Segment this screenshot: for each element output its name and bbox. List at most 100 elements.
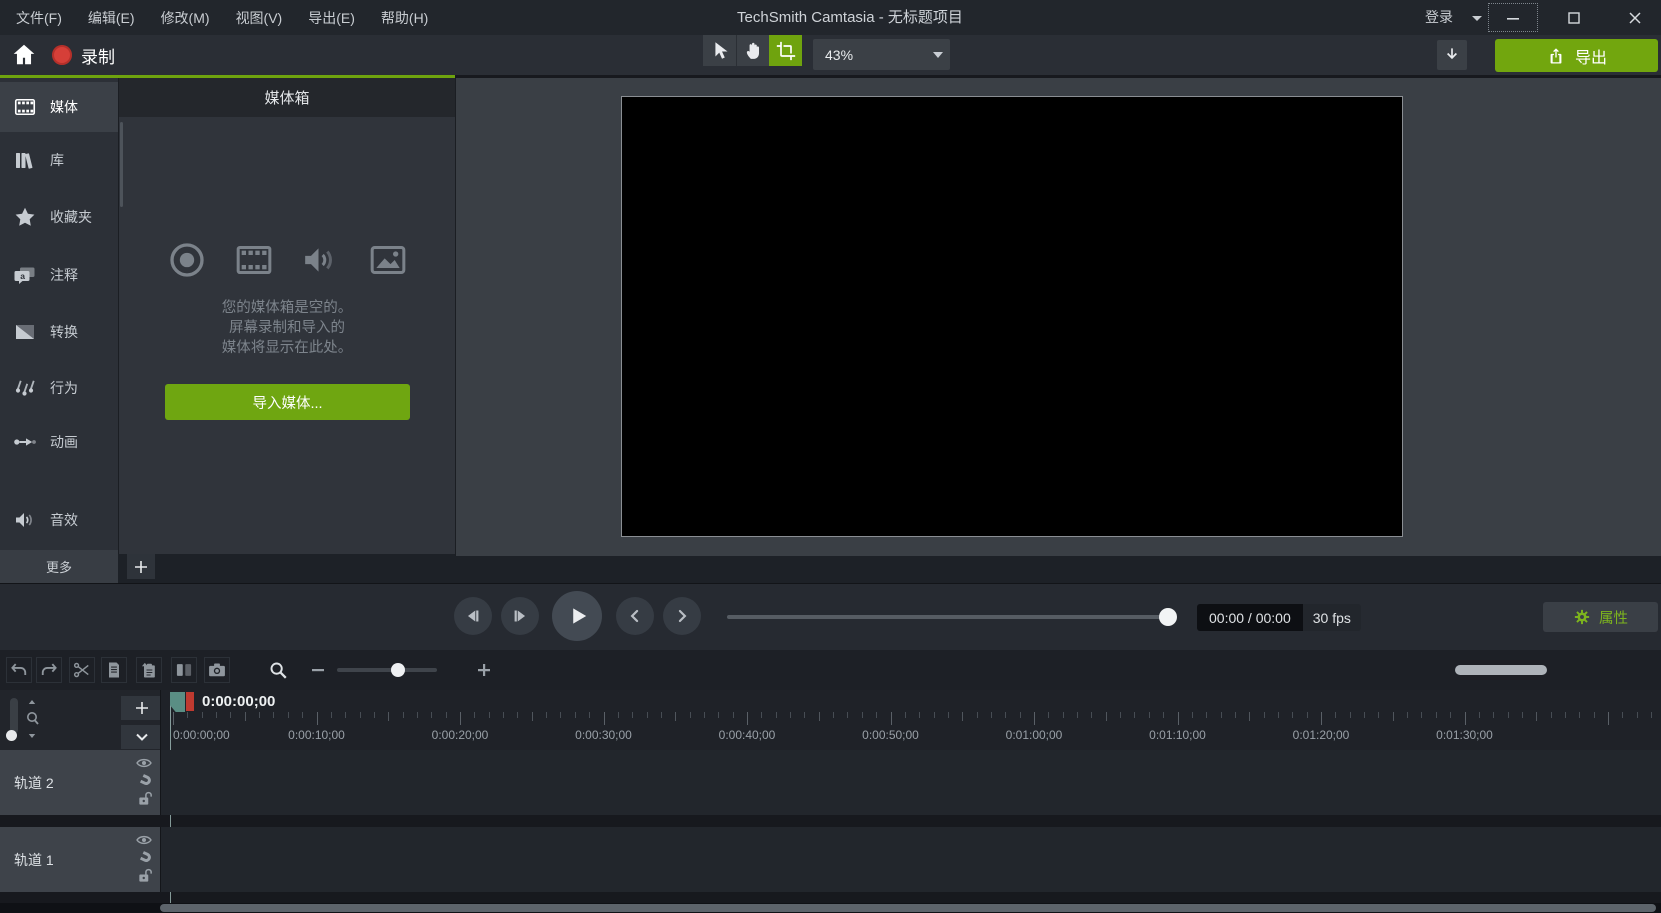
sidebar-more-button[interactable]: 更多 — [0, 550, 118, 583]
plus-icon — [476, 662, 492, 678]
canvas-zoom-select[interactable]: 43% — [813, 39, 950, 70]
sidebar-item-media[interactable]: 媒体 — [0, 82, 118, 132]
timeline-zoom-out-button[interactable] — [305, 657, 331, 683]
horizontal-scrollbar[interactable] — [0, 903, 1661, 913]
sidebar-item-animations[interactable]: 动画 — [0, 417, 118, 467]
timeline-zoom-slider[interactable] — [337, 668, 437, 672]
track-height-slider-thumb[interactable] — [6, 730, 17, 741]
track-height-slider[interactable] — [10, 698, 18, 734]
sidebar-label: 音效 — [50, 510, 78, 530]
sidebar-item-transitions[interactable]: 转换 — [0, 307, 118, 357]
track-options-button[interactable] — [121, 725, 163, 749]
magnet-icon[interactable] — [137, 772, 152, 787]
select-tool-button[interactable] — [703, 35, 736, 66]
step-forward-button[interactable] — [663, 597, 701, 635]
crop-tool-button[interactable] — [769, 35, 802, 66]
export-button[interactable]: 导出 — [1495, 39, 1658, 72]
menu-modify[interactable]: 修改(M) — [157, 6, 214, 30]
redo-button[interactable] — [36, 657, 62, 683]
timeline-scrollbar-handle[interactable] — [1455, 665, 1547, 675]
record-dot-icon — [52, 45, 72, 65]
add-track-button[interactable] — [121, 696, 163, 720]
scissors-icon — [72, 660, 92, 680]
canvas-zoom-value: 43% — [825, 47, 853, 63]
pan-tool-button[interactable] — [736, 35, 769, 66]
home-button[interactable] — [10, 42, 38, 68]
zoom-caret-icon[interactable] — [933, 52, 943, 58]
step-back-button[interactable] — [616, 597, 654, 635]
zoom-to-fit-icon[interactable] — [25, 698, 39, 740]
paste-button[interactable] — [136, 657, 162, 683]
split-button[interactable] — [171, 657, 197, 683]
menu-edit[interactable]: 编辑(E) — [84, 6, 139, 30]
sidebar-item-audio-effects[interactable]: 音效 — [0, 495, 118, 545]
time-display: 00:00 / 00:00 — [1197, 604, 1303, 631]
maximize-button[interactable] — [1549, 3, 1599, 32]
download-icon — [1442, 45, 1462, 65]
menu-export[interactable]: 导出(E) — [304, 6, 359, 30]
media-bin-title: 媒体箱 — [119, 78, 455, 117]
undo-icon — [9, 660, 29, 680]
share-icon — [1546, 46, 1566, 66]
record-label: 录制 — [81, 43, 115, 68]
cut-button[interactable] — [69, 657, 95, 683]
fps-display: 30 fps — [1303, 604, 1361, 631]
close-button[interactable] — [1610, 3, 1660, 32]
minimize-button[interactable] — [1488, 3, 1538, 32]
next-frame-button[interactable] — [501, 597, 539, 635]
main-toolbar: 录制 43% 导出 — [0, 35, 1661, 75]
library-icon — [13, 148, 37, 172]
paste-icon — [139, 660, 159, 680]
timeline: 0:00:00;000:00:10;000:00:20;000:00:30;00… — [0, 690, 1661, 903]
track-2-label: 轨道 2 — [14, 750, 54, 815]
timeline-zoom-slider-thumb[interactable] — [391, 663, 405, 677]
seek-slider-thumb[interactable] — [1159, 608, 1177, 626]
timeline-zoom-in-button[interactable] — [471, 657, 497, 683]
media-panel-scrollbar[interactable] — [120, 122, 123, 207]
chevron-left-icon — [625, 606, 645, 626]
properties-button[interactable]: 属性 — [1543, 602, 1658, 632]
sidebar-item-favorites[interactable]: 收藏夹 — [0, 192, 118, 242]
menu-help[interactable]: 帮助(H) — [377, 6, 432, 30]
screenshot-button[interactable] — [204, 657, 230, 683]
track-1-lane[interactable] — [160, 827, 1661, 892]
window-title: TechSmith Camtasia - 无标题项目 — [737, 0, 963, 35]
lock-icon[interactable] — [137, 790, 152, 806]
media-bin-empty-text: 您的媒体箱是空的。 屏幕录制和导入的 媒体将显示在此处。 — [119, 298, 455, 358]
sign-in-button[interactable]: 登录 — [1425, 0, 1453, 35]
import-media-button[interactable]: 导入媒体... — [165, 384, 410, 420]
previous-frame-button[interactable] — [454, 597, 492, 635]
menu-view[interactable]: 视图(V) — [232, 6, 287, 30]
eye-icon[interactable] — [136, 757, 152, 769]
download-button[interactable] — [1437, 40, 1467, 70]
eye-icon[interactable] — [136, 834, 152, 846]
timeline-zoom-button[interactable] — [265, 657, 291, 683]
sidebar-item-library[interactable]: 库 — [0, 135, 118, 185]
track-2-header[interactable]: 轨道 2 — [0, 750, 160, 815]
ruler-label: 0:01:30;00 — [1436, 728, 1493, 742]
timeline-ruler[interactable]: 0:00:00;000:00:10;000:00:20;000:00:30;00… — [160, 690, 1661, 750]
seek-slider[interactable] — [727, 615, 1168, 619]
timeline-toolbar — [0, 650, 1661, 690]
sidebar-item-annotations[interactable]: a 注释 — [0, 250, 118, 300]
horizontal-scrollbar-handle[interactable] — [160, 904, 1656, 912]
lock-icon[interactable] — [137, 867, 152, 883]
magnet-icon[interactable] — [137, 849, 152, 864]
sidebar-label: 动画 — [50, 432, 78, 452]
previous-frame-icon — [462, 605, 484, 627]
play-button[interactable] — [552, 591, 602, 641]
track-1-header[interactable]: 轨道 1 — [0, 827, 160, 892]
sign-in-caret-icon[interactable] — [1472, 16, 1482, 21]
copy-button[interactable] — [101, 657, 127, 683]
time-display-group: 00:00 / 00:00 30 fps — [1197, 604, 1361, 631]
record-button[interactable]: 录制 — [52, 40, 115, 70]
star-icon — [13, 205, 37, 229]
menu-file[interactable]: 文件(F) — [12, 6, 66, 30]
playhead-out-handle[interactable] — [186, 692, 194, 711]
undo-button[interactable] — [6, 657, 32, 683]
next-frame-icon — [509, 605, 531, 627]
canvas-stage[interactable] — [621, 96, 1403, 537]
add-tab-button[interactable] — [127, 554, 155, 579]
sidebar-item-behaviors[interactable]: 行为 — [0, 363, 118, 413]
track-2-lane[interactable] — [160, 750, 1661, 815]
